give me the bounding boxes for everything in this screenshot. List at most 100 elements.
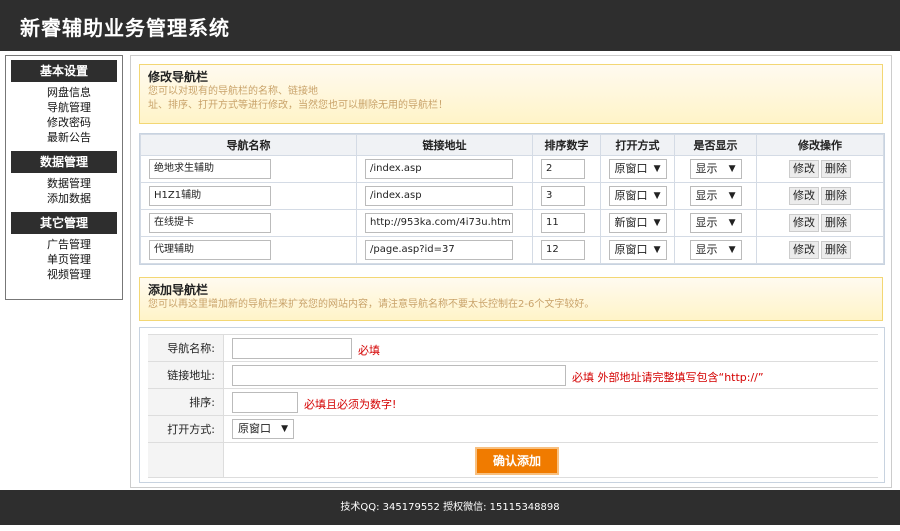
sidebar-item-add-data[interactable]: 添加数据 (47, 191, 117, 206)
app-title: 新睿辅助业务管理系统 (20, 16, 230, 40)
edit-nav-notice: 修改导航栏 您可以对现有的导航栏的名称、链接地 址、排序、打开方式等进行修改，当… (139, 64, 883, 124)
column-header: 是否显示 (674, 134, 757, 156)
section-title: 添加导航栏 (148, 283, 209, 297)
sidebar-group-other: 其它管理 广告管理 单页管理 视频管理 (11, 212, 117, 284)
edit-button[interactable]: 修改 (789, 160, 819, 178)
edit-button[interactable]: 修改 (789, 241, 819, 259)
open-mode-select[interactable]: 原窗口 ▼ (608, 186, 667, 206)
form-row-open: 打开方式: 原窗口 ▼ (148, 415, 878, 442)
chevron-down-icon: ▼ (281, 424, 288, 434)
show-select[interactable]: 显示 ▼ (689, 240, 742, 260)
field-label-empty (148, 443, 224, 477)
section-desc: 您可以对现有的导航栏的名称、链接地 (148, 86, 318, 97)
sidebar-item-video-manage[interactable]: 视频管理 (47, 267, 117, 282)
table-row: 绝地求生辅助 /index.asp 2 原窗口 ▼ 显示 ▼ 修改 删除 (140, 155, 884, 183)
chevron-down-icon: ▼ (728, 164, 736, 174)
nav-url-input[interactable]: /index.asp (365, 159, 513, 179)
sidebar-group-title: 其它管理 (11, 212, 117, 234)
table-header-row: 导航名称 链接地址 排序数字 打开方式 是否显示 修改操作 (140, 134, 884, 156)
section-desc: 您可以再这里增加新的导航栏来扩充您的网站内容，请注意导航名称不要太长控制在2-6… (148, 299, 595, 310)
sidebar-item-page-manage[interactable]: 单页管理 (47, 252, 117, 267)
select-value: 新窗口 (614, 216, 648, 229)
nav-url-field[interactable] (232, 365, 566, 386)
sidebar-group-basic: 基本设置 网盘信息 导航管理 修改密码 最新公告 (11, 60, 117, 147)
column-header: 排序数字 (532, 134, 601, 156)
form-row-url: 链接地址: 必填 外部地址请完整填写包含“http://” (148, 361, 878, 388)
sidebar-item-nav-manage[interactable]: 导航管理 (47, 100, 117, 115)
sidebar-item-announcement[interactable]: 最新公告 (47, 130, 117, 145)
nav-url-input[interactable]: /page.asp?id=37 (365, 240, 513, 260)
chevron-down-icon: ▼ (653, 191, 661, 201)
nav-name-input[interactable]: H1Z1辅助 (149, 186, 271, 206)
sidebar-item-data-manage[interactable]: 数据管理 (47, 176, 117, 191)
add-nav-form: 导航名称: 必填 链接地址: 必填 外部地址请完整填写包含“http://” 排… (139, 327, 885, 483)
field-label: 链接地址: (148, 362, 224, 388)
nav-name-input[interactable]: 代理辅助 (149, 240, 271, 260)
nav-table: 导航名称 链接地址 排序数字 打开方式 是否显示 修改操作 绝地求生辅助 /in… (140, 134, 884, 264)
edit-button[interactable]: 修改 (789, 214, 819, 232)
select-value: 显示 (695, 243, 718, 256)
nav-name-input[interactable]: 绝地求生辅助 (149, 159, 271, 179)
table-row: 在线提卡 http://953ka.com/4i73u.htm 11 新窗口 ▼ … (140, 209, 884, 237)
field-label: 打开方式: (148, 416, 224, 442)
nav-order-input[interactable]: 3 (541, 186, 585, 206)
nav-url-input[interactable]: /index.asp (365, 186, 513, 206)
select-value: 原窗口 (614, 189, 648, 202)
nav-order-input[interactable]: 2 (541, 159, 585, 179)
sidebar: 基本设置 网盘信息 导航管理 修改密码 最新公告 数据管理 数据管理 添加数据 … (5, 55, 123, 300)
nav-order-field[interactable] (232, 392, 298, 413)
select-value: 原窗口 (614, 243, 648, 256)
chevron-down-icon: ▼ (728, 245, 736, 255)
open-mode-select[interactable]: 新窗口 ▼ (608, 213, 667, 233)
nav-name-field[interactable] (232, 338, 352, 359)
show-select[interactable]: 显示 ▼ (689, 186, 742, 206)
nav-table-wrap: 导航名称 链接地址 排序数字 打开方式 是否显示 修改操作 绝地求生辅助 /in… (139, 133, 885, 265)
select-value: 原窗口 (238, 422, 271, 435)
required-hint: 必填 外部地址请完整填写包含“http://” (572, 371, 764, 384)
sidebar-item-ad-manage[interactable]: 广告管理 (47, 237, 117, 252)
required-hint: 必填 (358, 344, 380, 357)
nav-order-input[interactable]: 11 (541, 213, 585, 233)
chevron-down-icon: ▼ (653, 218, 661, 228)
select-value: 显示 (695, 162, 718, 175)
open-mode-select[interactable]: 原窗口 ▼ (608, 240, 667, 260)
footer: 技术QQ: 345179552 授权微信: 15115348898 (0, 490, 900, 525)
select-value: 显示 (695, 189, 718, 202)
delete-button[interactable]: 删除 (821, 241, 851, 259)
table-row: H1Z1辅助 /index.asp 3 原窗口 ▼ 显示 ▼ 修改 删除 (140, 182, 884, 210)
sidebar-item-change-password[interactable]: 修改密码 (47, 115, 117, 130)
section-desc: 址、排序、打开方式等进行修改，当然您也可以删除无用的导航栏！ (148, 100, 448, 111)
form-row-order: 排序: 必填且必须为数字! (148, 388, 878, 415)
select-value: 显示 (695, 216, 718, 229)
nav-url-input[interactable]: http://953ka.com/4i73u.htm (365, 213, 513, 233)
open-mode-select[interactable]: 原窗口 ▼ (608, 159, 667, 179)
main-panel: 修改导航栏 您可以对现有的导航栏的名称、链接地 址、排序、打开方式等进行修改，当… (130, 55, 892, 488)
delete-button[interactable]: 删除 (821, 160, 851, 178)
add-nav-notice: 添加导航栏 您可以再这里增加新的导航栏来扩充您的网站内容，请注意导航名称不要太长… (139, 277, 883, 321)
show-select[interactable]: 显示 ▼ (689, 159, 742, 179)
column-header: 修改操作 (756, 134, 884, 156)
show-select[interactable]: 显示 ▼ (689, 213, 742, 233)
open-mode-select[interactable]: 原窗口 ▼ (232, 419, 294, 439)
delete-button[interactable]: 删除 (821, 214, 851, 232)
select-value: 原窗口 (614, 162, 648, 175)
form-row-name: 导航名称: 必填 (148, 334, 878, 361)
nav-order-input[interactable]: 12 (541, 240, 585, 260)
nav-name-input[interactable]: 在线提卡 (149, 213, 271, 233)
sidebar-group-data: 数据管理 数据管理 添加数据 (11, 151, 117, 208)
edit-button[interactable]: 修改 (789, 187, 819, 205)
column-header: 链接地址 (356, 134, 533, 156)
chevron-down-icon: ▼ (653, 164, 661, 174)
sidebar-group-title: 基本设置 (11, 60, 117, 82)
chevron-down-icon: ▼ (653, 245, 661, 255)
sidebar-group-title: 数据管理 (11, 151, 117, 173)
column-header: 导航名称 (140, 134, 357, 156)
field-label: 排序: (148, 389, 224, 415)
column-header: 打开方式 (600, 134, 675, 156)
delete-button[interactable]: 删除 (821, 187, 851, 205)
confirm-add-button[interactable]: 确认添加 (475, 447, 559, 475)
chevron-down-icon: ▼ (728, 191, 736, 201)
sidebar-item-disk-info[interactable]: 网盘信息 (47, 85, 117, 100)
footer-text: 技术QQ: 345179552 授权微信: 15115348898 (340, 502, 560, 513)
table-row: 代理辅助 /page.asp?id=37 12 原窗口 ▼ 显示 ▼ 修改 删除 (140, 236, 884, 264)
